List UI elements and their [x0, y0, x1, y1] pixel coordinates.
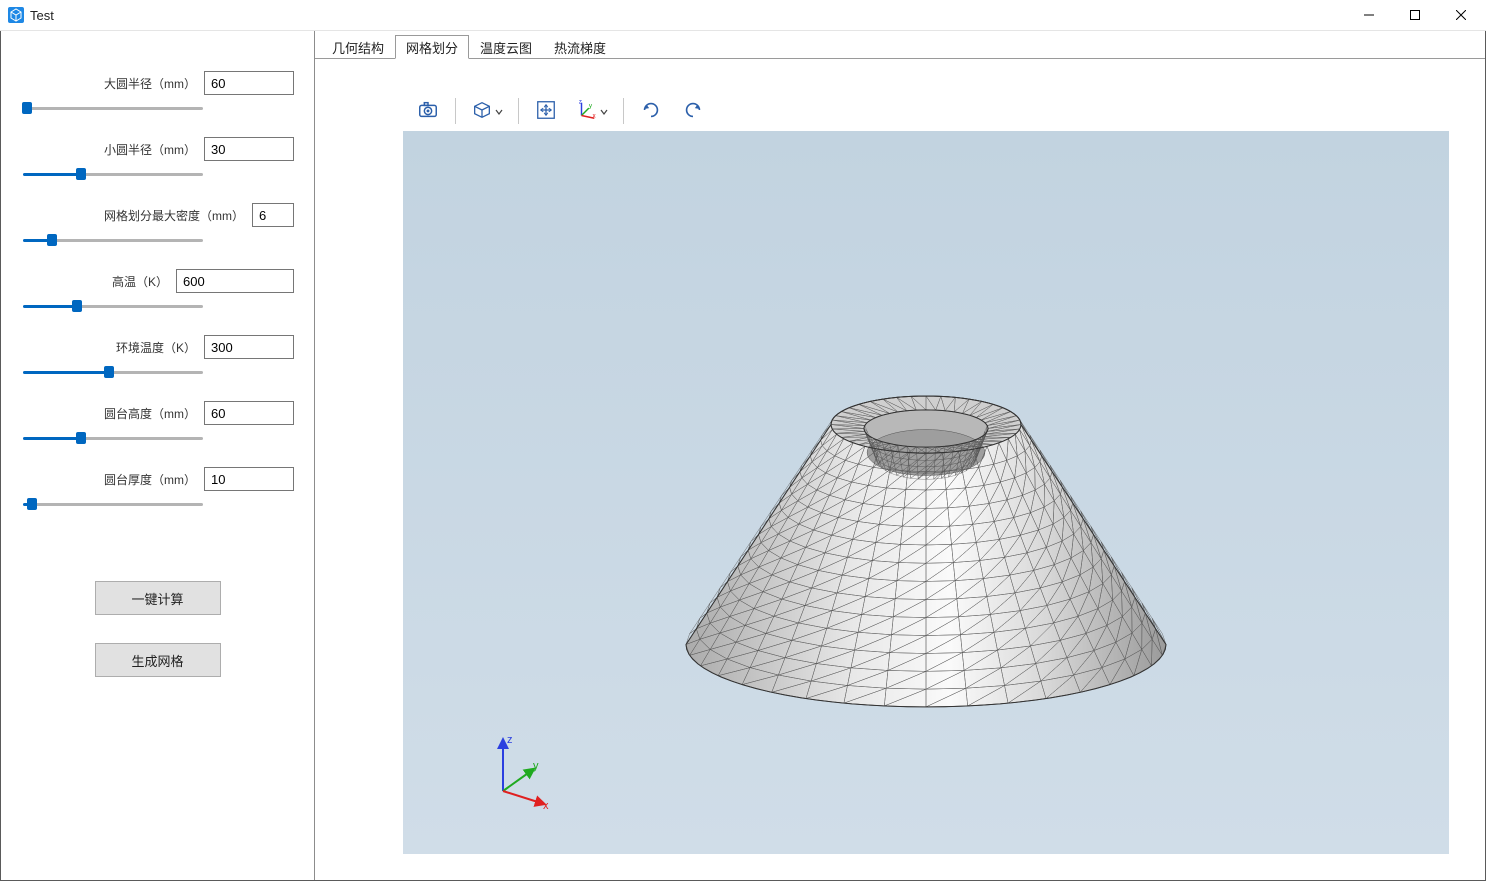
param-label: 小圆半径（mm）	[104, 141, 196, 158]
action-buttons: 一键计算 生成网格	[21, 581, 294, 677]
param-input[interactable]	[204, 401, 294, 425]
param-input[interactable]	[204, 467, 294, 491]
svg-text:z: z	[579, 99, 582, 106]
cube-button[interactable]	[462, 94, 512, 128]
minimize-button[interactable]	[1346, 0, 1392, 30]
param-label: 环境温度（K）	[116, 339, 196, 356]
svg-text:x: x	[593, 112, 597, 119]
app-icon	[8, 7, 24, 23]
client-area: 大圆半径（mm） 小圆半径（mm） 网格划分最大密度（mm） 高温（K）	[0, 31, 1486, 881]
main-panel: 几何结构网格划分温度云图热流梯度 zyx	[315, 31, 1485, 880]
rotate-right-icon	[682, 99, 704, 124]
camera-button[interactable]	[407, 94, 449, 128]
param-row: 圆台高度（mm）	[21, 401, 294, 445]
maximize-button[interactable]	[1392, 0, 1438, 30]
viewer-wrap: zyx z y	[315, 59, 1485, 880]
svg-text:y: y	[589, 102, 593, 109]
param-slider[interactable]	[23, 233, 203, 247]
param-slider[interactable]	[23, 167, 203, 181]
window-title: Test	[30, 8, 54, 23]
axes-icon: zyx	[576, 99, 598, 124]
param-input[interactable]	[204, 71, 294, 95]
param-input[interactable]	[252, 203, 294, 227]
param-slider[interactable]	[23, 299, 203, 313]
axis-y-label: y	[533, 760, 539, 772]
axes-button[interactable]: zyx	[567, 94, 617, 128]
param-slider[interactable]	[23, 497, 203, 511]
fit-button[interactable]	[525, 94, 567, 128]
rotate-left-icon	[640, 99, 662, 124]
param-row: 环境温度（K）	[21, 335, 294, 379]
param-input[interactable]	[176, 269, 294, 293]
tab[interactable]: 热流梯度	[543, 35, 617, 59]
viewport[interactable]: z y x	[403, 131, 1449, 854]
titlebar: Test	[0, 0, 1486, 31]
axis-z-label: z	[507, 734, 513, 746]
chevron-down-icon	[495, 104, 503, 119]
compute-button[interactable]: 一键计算	[95, 581, 221, 615]
rotate-right-button[interactable]	[672, 94, 714, 128]
param-row: 高温（K）	[21, 269, 294, 313]
param-row: 小圆半径（mm）	[21, 137, 294, 181]
generate-mesh-button[interactable]: 生成网格	[95, 643, 221, 677]
tab[interactable]: 温度云图	[469, 35, 543, 59]
close-button[interactable]	[1438, 0, 1484, 30]
param-label: 圆台厚度（mm）	[104, 471, 196, 488]
param-input[interactable]	[204, 137, 294, 161]
param-slider[interactable]	[23, 101, 203, 115]
viewer-toolbar: zyx	[403, 93, 1449, 129]
cube-icon	[471, 99, 493, 124]
camera-icon	[417, 99, 439, 124]
param-label: 网格划分最大密度（mm）	[104, 207, 244, 224]
rotate-left-button[interactable]	[630, 94, 672, 128]
toolbar-separator	[518, 98, 519, 124]
param-label: 高温（K）	[112, 273, 168, 290]
chevron-down-icon	[600, 104, 608, 119]
tab[interactable]: 网格划分	[395, 35, 469, 59]
axis-triad: z y x	[483, 731, 563, 814]
side-panel: 大圆半径（mm） 小圆半径（mm） 网格划分最大密度（mm） 高温（K）	[1, 31, 315, 880]
toolbar-separator	[455, 98, 456, 124]
param-slider[interactable]	[23, 365, 203, 379]
tab-bar: 几何结构网格划分温度云图热流梯度	[315, 31, 1485, 59]
tab[interactable]: 几何结构	[321, 35, 395, 59]
mesh-model[interactable]	[646, 324, 1206, 747]
param-input[interactable]	[204, 335, 294, 359]
param-label: 大圆半径（mm）	[104, 75, 196, 92]
param-row: 大圆半径（mm）	[21, 71, 294, 115]
axis-x-label: x	[543, 800, 549, 811]
param-row: 网格划分最大密度（mm）	[21, 203, 294, 247]
param-slider[interactable]	[23, 431, 203, 445]
param-row: 圆台厚度（mm）	[21, 467, 294, 511]
param-label: 圆台高度（mm）	[104, 405, 196, 422]
toolbar-separator	[623, 98, 624, 124]
fit-icon	[535, 99, 557, 124]
